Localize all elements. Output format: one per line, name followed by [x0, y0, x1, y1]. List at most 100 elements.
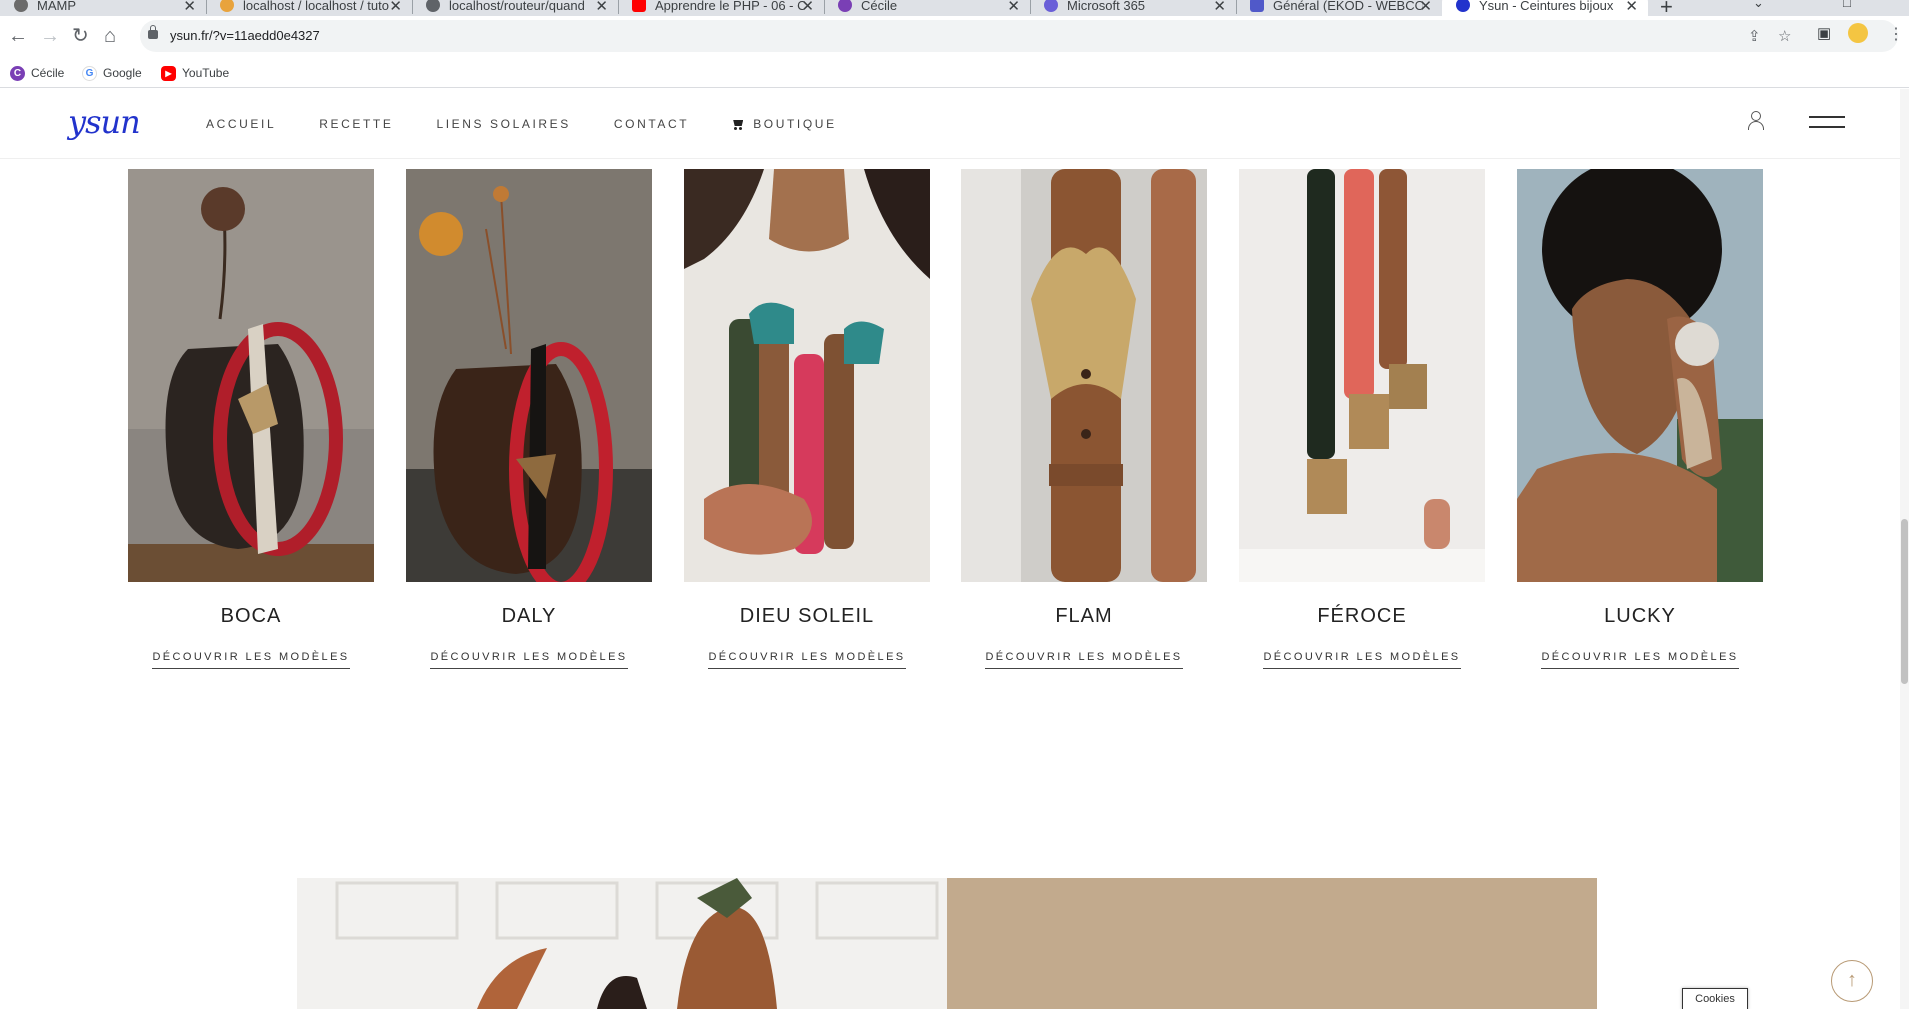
browser-tab[interactable]: Général (EKOD - WEBCO - ✕ — [1236, 0, 1442, 16]
discover-link[interactable]: DÉCOUVRIR LES MODÈLES — [961, 647, 1207, 669]
discover-link-label[interactable]: DÉCOUVRIR LES MODÈLES — [708, 651, 906, 669]
back-icon[interactable]: ← — [8, 26, 28, 46]
product-name: DALY — [501, 605, 557, 627]
address-bar[interactable]: ysun.fr/?v=11aedd0e4327 ⇪ ☆ — [140, 20, 1898, 52]
nav-item-liens-solaires[interactable]: LIENS SOLAIRES — [436, 117, 570, 131]
close-tab-icon[interactable]: ✕ — [389, 0, 402, 15]
scrollbar-thumb[interactable] — [1901, 519, 1908, 684]
cookies-button[interactable]: Cookies — [1682, 988, 1748, 1009]
share-icon[interactable]: ⇪ — [1748, 27, 1761, 45]
browser-tab[interactable]: localhost/routeur/quand ✕ — [412, 0, 618, 16]
browser-tab[interactable]: MAMP ✕ — [0, 0, 206, 16]
minimize-icon[interactable]: □ — [1843, 0, 1851, 10]
tab-favicon-icon — [14, 0, 28, 12]
product-image-flam[interactable] — [961, 169, 1207, 582]
new-tab-icon[interactable]: + — [1660, 0, 1673, 16]
tab-label: Apprendre le PHP - 06 - Cr — [655, 0, 805, 13]
profile-avatar[interactable] — [1848, 23, 1868, 43]
product-name: BOCA — [220, 605, 282, 627]
daly-photo — [406, 169, 652, 582]
bookmark-label: Google — [103, 66, 142, 80]
browser-tab[interactable]: Apprendre le PHP - 06 - Cr ✕ — [618, 0, 824, 16]
site-header: ysun ACCUEIL RECETTE LIENS SOLAIRES CONT… — [0, 89, 1909, 159]
account-icon[interactable] — [1747, 111, 1764, 130]
tab-label: localhost / localhost / tuto — [243, 0, 389, 13]
product-image-daly[interactable] — [406, 169, 652, 582]
close-tab-icon[interactable]: ✕ — [1007, 0, 1020, 15]
discover-link[interactable]: DÉCOUVRIR LES MODÈLES — [406, 647, 652, 669]
main-nav: ACCUEIL RECETTE LIENS SOLAIRES CONTACT B… — [206, 117, 880, 131]
bookmark-star-icon[interactable]: ☆ — [1778, 27, 1791, 45]
product-name: FLAM — [1055, 605, 1113, 627]
tab-label: Cécile — [861, 0, 898, 13]
browser-tab[interactable]: Cécile ✕ — [824, 0, 1030, 16]
discover-link[interactable]: DÉCOUVRIR LES MODÈLES — [684, 647, 930, 669]
discover-link[interactable]: DÉCOUVRIR LES MODÈLES — [1517, 647, 1763, 669]
tab-favicon-icon — [1456, 0, 1470, 12]
youtube-icon: ▶ — [161, 65, 176, 81]
boca-photo — [128, 169, 374, 582]
tab-label: Microsoft 365 — [1067, 0, 1146, 13]
close-tab-icon[interactable]: ✕ — [1625, 0, 1638, 15]
google-icon: G — [82, 65, 97, 81]
close-tab-icon[interactable]: ✕ — [801, 0, 814, 15]
close-tab-icon[interactable]: ✕ — [1419, 0, 1432, 15]
page-scrollbar[interactable] — [1900, 89, 1909, 1009]
reload-icon[interactable]: ↻ — [72, 26, 89, 46]
close-tab-icon[interactable]: ✕ — [183, 0, 196, 15]
product-image-boca[interactable] — [128, 169, 374, 582]
discover-link[interactable]: DÉCOUVRIR LES MODÈLES — [1239, 647, 1485, 669]
banner-photo — [297, 878, 947, 1009]
close-tab-icon[interactable]: ✕ — [1213, 0, 1226, 15]
bookmark-label: Cécile — [31, 66, 65, 80]
home-icon[interactable]: ⌂ — [104, 26, 116, 46]
url-text[interactable]: ysun.fr/?v=11aedd0e4327 — [170, 28, 320, 43]
product-name: FÉROCE — [1317, 605, 1407, 627]
nav-item-recette[interactable]: RECETTE — [319, 117, 393, 131]
tab-favicon-icon — [632, 0, 646, 12]
flam-photo — [961, 169, 1207, 582]
feature-banner — [297, 878, 1597, 1009]
product-name: DIEU SOLEIL — [739, 605, 875, 627]
site-logo[interactable]: ysun — [68, 103, 141, 141]
bookmark-item[interactable]: G Google — [82, 58, 142, 88]
product-image-lucky[interactable] — [1517, 169, 1763, 582]
browser-tab-active[interactable]: Ysun - Ceintures bijoux ✕ — [1442, 0, 1648, 16]
close-tab-icon[interactable]: ✕ — [595, 0, 608, 15]
nav-label: LIENS SOLAIRES — [436, 117, 571, 131]
nav-label: ACCUEIL — [206, 117, 277, 131]
browser-tab-strip: MAMP ✕ localhost / localhost / tuto ✕ lo… — [0, 0, 1909, 16]
tab-label: Ysun - Ceintures bijoux — [1479, 0, 1614, 13]
side-panel-icon[interactable]: ▣ — [1817, 24, 1831, 42]
discover-link-label[interactable]: DÉCOUVRIR LES MODÈLES — [985, 651, 1183, 669]
browser-menu-icon[interactable]: ⋮ — [1888, 24, 1904, 44]
tab-favicon-icon — [1250, 0, 1264, 12]
hamburger-menu-icon[interactable] — [1809, 116, 1845, 130]
bookmarks-bar: C Cécile G Google ▶ YouTube — [0, 58, 1909, 88]
browser-tab[interactable]: localhost / localhost / tuto ✕ — [206, 0, 412, 16]
discover-link-label[interactable]: DÉCOUVRIR LES MODÈLES — [1541, 651, 1739, 669]
product-image-feroce[interactable] — [1239, 169, 1485, 582]
tab-search-icon[interactable]: ⌄ — [1753, 0, 1764, 11]
discover-link-label[interactable]: DÉCOUVRIR LES MODÈLES — [152, 651, 350, 669]
product-image-dieu-soleil[interactable] — [684, 169, 930, 582]
cart-icon — [732, 119, 744, 130]
nav-label: CONTACT — [613, 117, 690, 131]
tab-favicon-icon — [426, 0, 440, 12]
discover-link-label[interactable]: DÉCOUVRIR LES MODÈLES — [430, 651, 628, 669]
scroll-to-top-button[interactable]: ↑ — [1831, 960, 1873, 1002]
bookmark-item[interactable]: C Cécile — [10, 58, 64, 88]
nav-item-accueil[interactable]: ACCUEIL — [206, 117, 276, 131]
nav-item-contact[interactable]: CONTACT — [614, 117, 689, 131]
nav-item-boutique[interactable]: BOUTIQUE — [732, 117, 836, 131]
discover-link[interactable]: DÉCOUVRIR LES MODÈLES — [128, 647, 374, 669]
nav-label: BOUTIQUE — [753, 117, 837, 131]
bookmark-item[interactable]: ▶ YouTube — [161, 58, 229, 88]
feroce-photo — [1239, 169, 1485, 582]
dieu-soleil-photo — [684, 169, 930, 582]
forward-icon[interactable]: → — [40, 26, 60, 46]
lock-icon[interactable] — [148, 25, 158, 39]
discover-link-label[interactable]: DÉCOUVRIR LES MODÈLES — [1263, 651, 1461, 669]
browser-tab[interactable]: Microsoft 365 ✕ — [1030, 0, 1236, 16]
product-name: LUCKY — [1604, 605, 1676, 627]
